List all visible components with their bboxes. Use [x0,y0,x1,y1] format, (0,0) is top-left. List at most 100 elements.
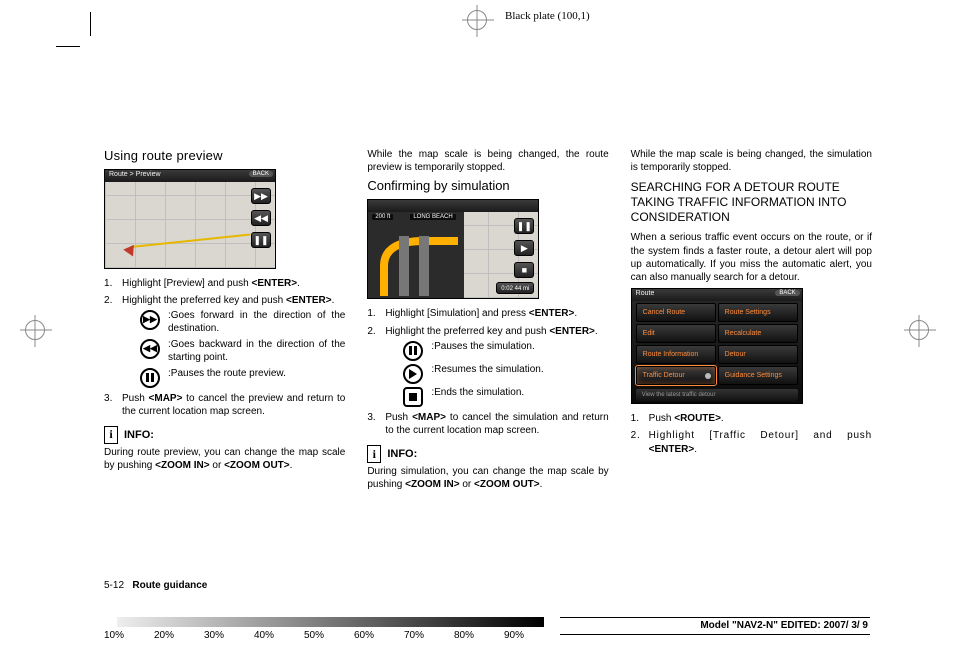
icon-row-pause: :Pauses the route preview. [140,368,345,388]
tick-90: 90% [504,630,554,641]
fig1-backward-button: ◀◀ [251,210,271,226]
column-1: Using route preview Route > Preview BACK… [104,148,345,496]
icon-row-sim-stop: :Ends the simulation. [403,387,608,407]
sim-pause-icon [403,341,423,361]
fig2-time-distance: 0:02 44 mi [496,282,534,294]
col1-steps: Highlight [Preview] and push <ENTER>. Hi… [104,277,345,418]
registration-mark-right [909,320,929,340]
fig3-footer-hint: View the latest traffic detour [636,389,798,401]
menu-cancel-route: Cancel Route [636,303,716,322]
heading-searching-detour: SEARCHING FOR A DETOUR ROUTE TAKING TRAF… [631,180,872,225]
menu-traffic-detour: Traffic Detour [636,366,716,385]
col3-step-2: Highlight [Traffic Detour] and push <ENT… [631,429,872,455]
backward-desc: :Goes backward in the direction of the s… [168,339,345,365]
figure-route-menu: Route BACK Cancel Route Route Settings E… [631,288,803,404]
col1-info-label: INFO: [124,429,154,441]
tick-70: 70% [404,630,454,641]
tick-10: 10% [104,630,154,641]
footer-page-section: 5-12 Route guidance [104,580,207,591]
fig1-route-line [131,233,251,248]
col3-top-para: While the map scale is being changed, th… [631,148,872,174]
col1-step-2: Highlight the preferred key and push <EN… [104,294,345,387]
fig1-forward-button: ▶▶ [251,188,271,204]
footer-model-edited: Model "NAV2-N" EDITED: 2007/ 3/ 9 [700,620,868,631]
icon-row-sim-pause: :Pauses the simulation. [403,341,608,361]
column-3: While the map scale is being changed, th… [631,148,872,496]
col2-step-3: Push <MAP> to cancel the simulation and … [367,411,608,437]
sim-pause-desc: :Pauses the simulation. [431,341,608,354]
info-icon: i [104,426,118,444]
fig1-title: Route > Preview [109,171,161,178]
col2-info-label: INFO: [387,448,417,460]
plate-label: Black plate (100,1) [505,10,590,22]
forward-desc: :Goes forward in the direction of the de… [168,310,345,336]
page-content: Using route preview Route > Preview BACK… [104,148,872,496]
footer-rule-bottom [560,634,870,635]
fig2-play-button: ▶ [514,240,534,256]
fig3-title: Route [636,290,655,297]
fig1-back-button: BACK [249,171,273,177]
col1-info-body: During route preview, you can change the… [104,446,345,472]
fig2-titlebar [368,200,538,212]
pause-desc: :Pauses the route preview. [168,368,345,381]
footer-page-num: 5-12 [104,580,124,591]
selection-dot-icon [705,373,711,379]
col3-steps: Push <ROUTE>. Highlight [Traffic Detour]… [631,412,872,456]
column-2: While the map scale is being changed, th… [367,148,608,496]
fig2-stop-button: ■ [514,262,534,278]
sim-play-desc: :Resumes the simulation. [431,364,608,377]
icon-row-sim-play: :Resumes the simulation. [403,364,608,384]
fig1-titlebar: Route > Preview BACK [105,170,275,182]
tick-50: 50% [304,630,354,641]
density-tick-labels: 10% 20% 30% 40% 50% 60% 70% 80% 90% [104,630,554,641]
fig2-pause-button: ❚❚ [514,218,534,234]
col1-step-1: Highlight [Preview] and push <ENTER>. [104,277,345,290]
col2-steps: Highlight [Simulation] and press <ENTER>… [367,307,608,437]
pause-icon [140,368,160,388]
tick-20: 20% [154,630,204,641]
col2-info-header: i INFO: [367,445,608,463]
figure-route-preview-map: Route > Preview BACK ▶▶ ◀◀ ❚❚ [104,169,276,269]
menu-recalculate: Recalculate [718,324,798,343]
heading-using-route-preview: Using route preview [104,148,345,163]
tick-30: 30% [204,630,254,641]
col3-body: When a serious traffic event occurs on t… [631,231,872,284]
sim-stop-icon [403,387,423,407]
footer-rule-top [560,617,870,618]
menu-guidance-settings: Guidance Settings [718,366,798,385]
tick-60: 60% [354,630,404,641]
registration-mark-top [467,10,487,30]
col2-top-para: While the map scale is being changed, th… [367,148,608,174]
fig2-junction-overlay [368,212,464,298]
density-gradient-bar [104,617,544,627]
col3-step-1: Push <ROUTE>. [631,412,872,425]
menu-detour: Detour [718,345,798,364]
forward-icon: ▶▶ [140,310,160,330]
fig1-car-icon [123,241,139,256]
fig3-back-button: BACK [775,290,799,296]
footer-section-title: Route guidance [132,580,207,591]
tick-80: 80% [454,630,504,641]
info-icon: i [367,445,381,463]
heading-confirming-simulation: Confirming by simulation [367,178,608,193]
menu-edit: Edit [636,324,716,343]
fig3-menu-grid: Cancel Route Route Settings Edit Recalcu… [636,303,798,385]
sim-play-icon [403,364,423,384]
figure-simulation-map: 200 ft LONG BEACH ❚❚ ▶ ■ 0:02 44 mi [367,199,539,299]
col1-step-3: Push <MAP> to cancel the preview and ret… [104,392,345,418]
fig1-pause-button: ❚❚ [251,232,271,248]
col2-info-body: During simulation, you can change the ma… [367,465,608,491]
menu-route-settings: Route Settings [718,303,798,322]
registration-mark-left [25,320,45,340]
menu-route-information: Route Information [636,345,716,364]
fig3-titlebar: Route BACK [632,289,802,301]
fig2-ramp-graphic [374,236,458,296]
tick-40: 40% [254,630,304,641]
col2-step-2: Highlight the preferred key and push <EN… [367,325,608,407]
sim-stop-desc: :Ends the simulation. [431,387,608,400]
fig2-scale: 200 ft [372,214,393,220]
col1-info-header: i INFO: [104,426,345,444]
icon-row-backward: ◀◀ :Goes backward in the direction of th… [140,339,345,365]
col2-step-1: Highlight [Simulation] and press <ENTER>… [367,307,608,320]
fig2-city: LONG BEACH [410,214,455,220]
